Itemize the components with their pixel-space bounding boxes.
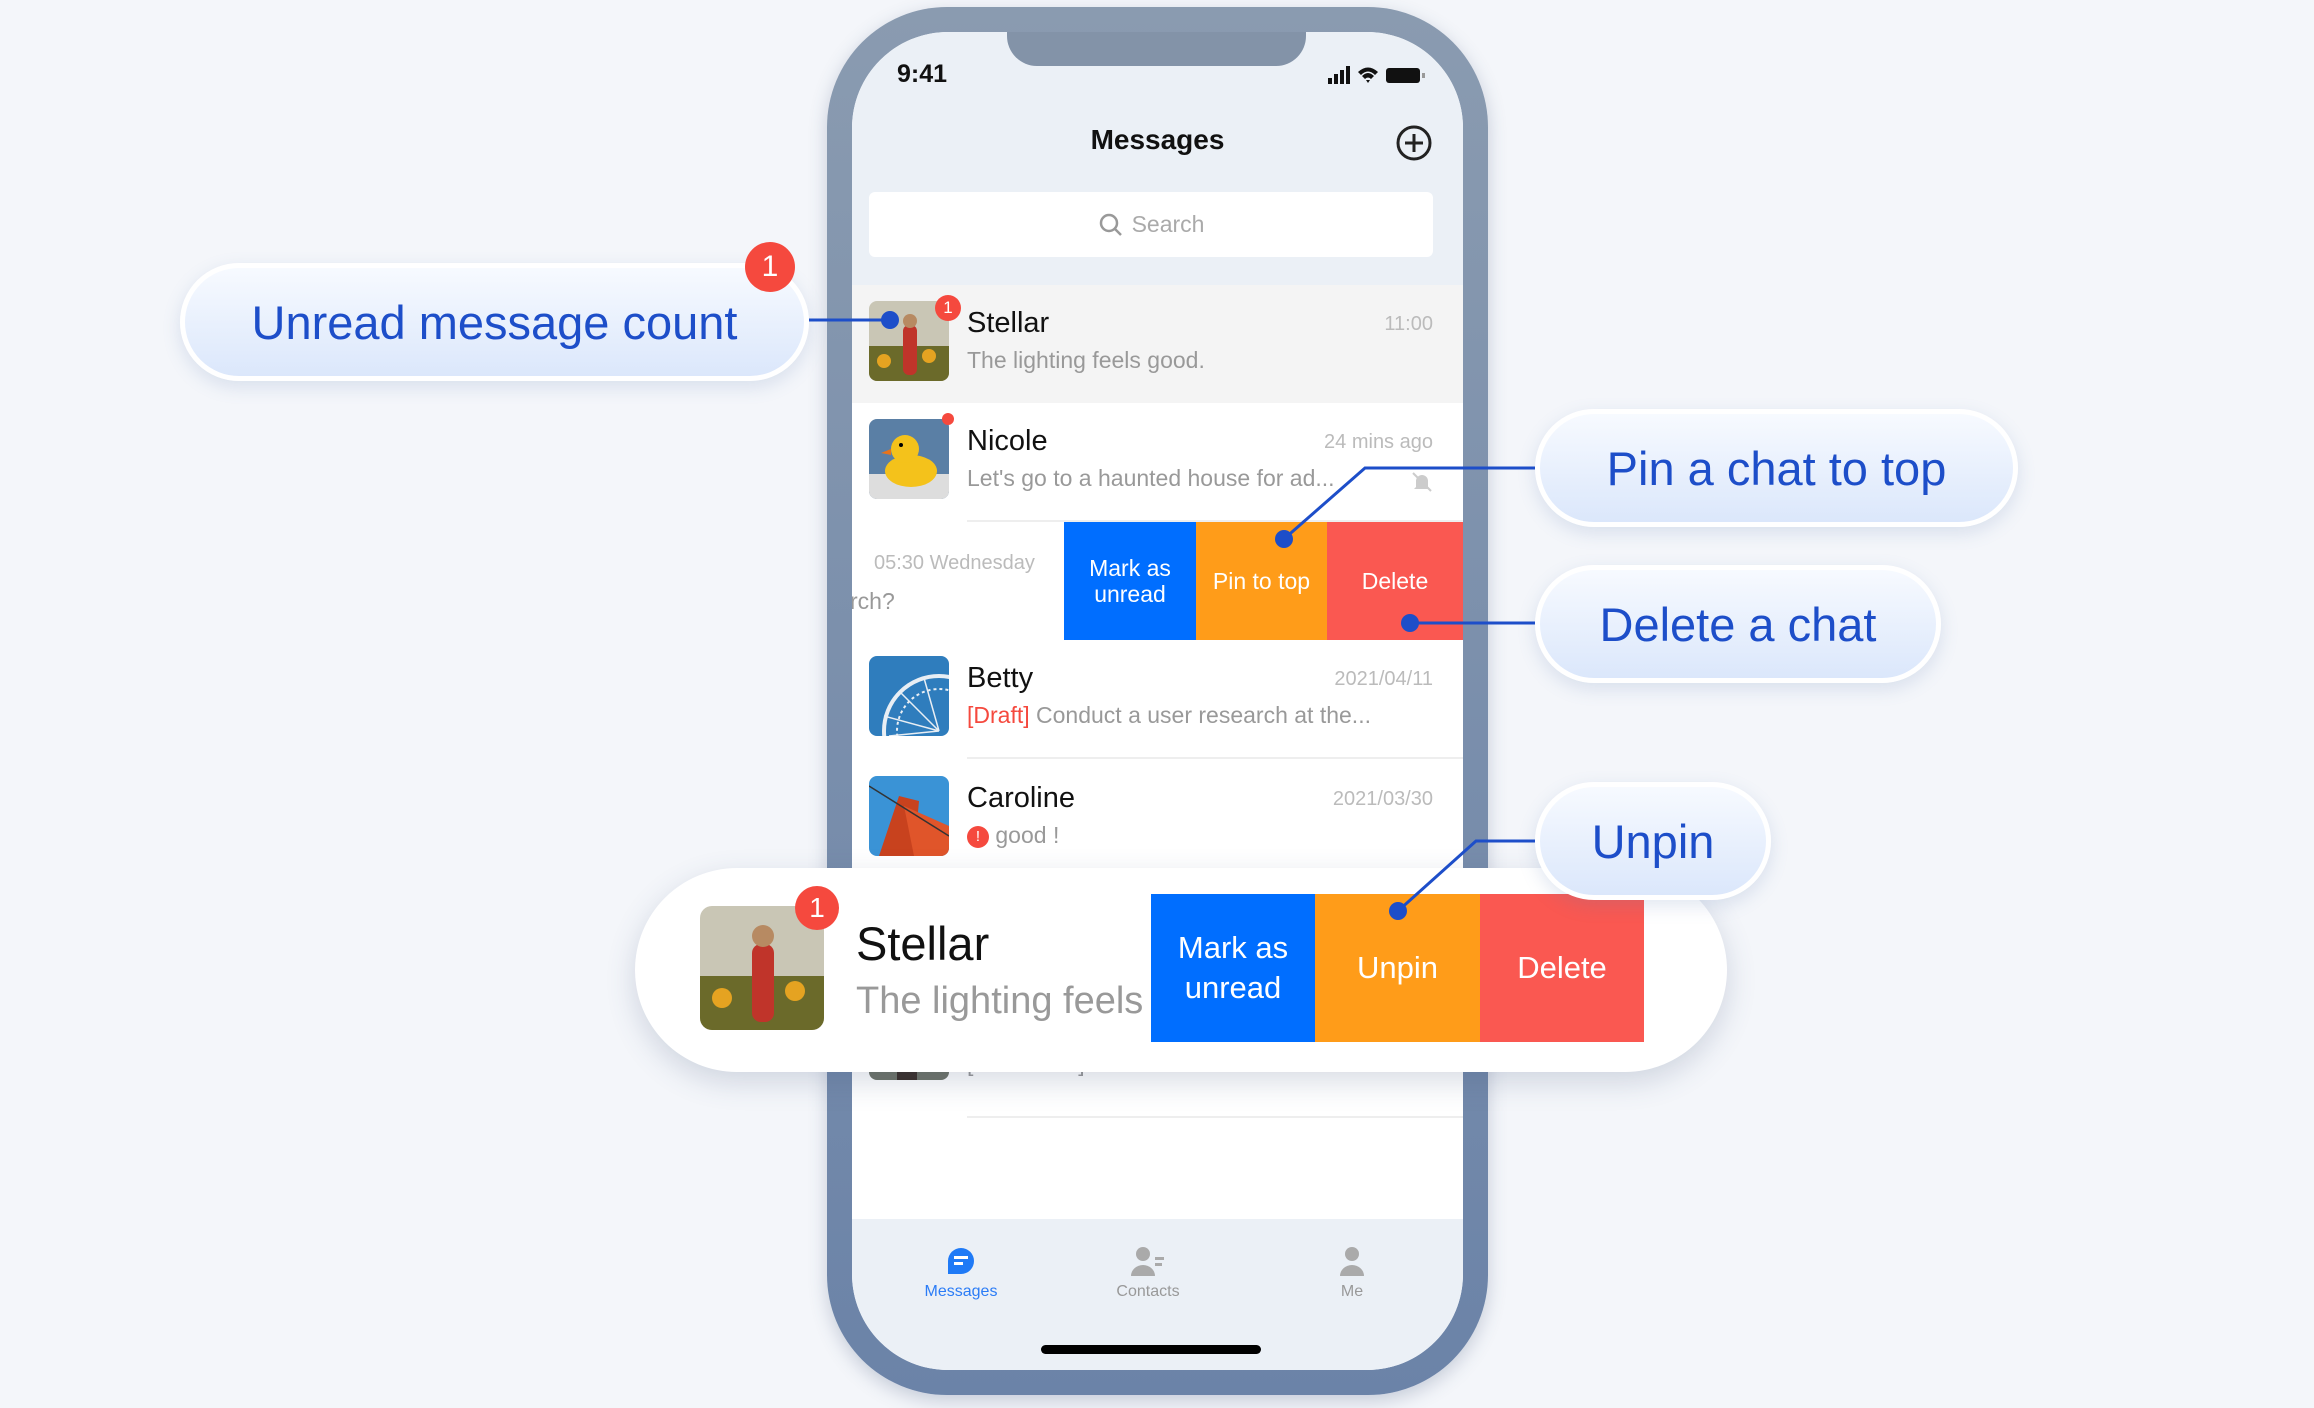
connector-pin: [1283, 466, 1535, 541]
connector-dot: [1389, 902, 1407, 920]
connector-unpin: [1396, 839, 1535, 913]
connector-dot: [881, 311, 899, 329]
connector-lines: [809, 311, 1535, 920]
connector-dot: [1275, 530, 1293, 548]
connector-dot: [1401, 614, 1419, 632]
